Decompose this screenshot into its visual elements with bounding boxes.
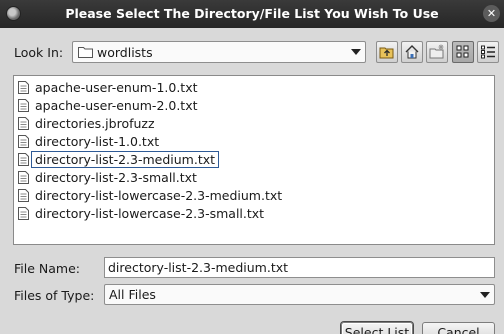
- new-folder-button[interactable]: [426, 41, 448, 63]
- file-name: apache-user-enum-1.0.txt: [35, 80, 198, 95]
- title-bar: Please Select The Directory/File List Yo…: [0, 0, 504, 28]
- file-icon: [18, 81, 29, 94]
- details-view-icon: [481, 45, 495, 59]
- file-name: directories.jbrofuzz: [35, 116, 155, 131]
- file-name-label: File Name:: [14, 261, 80, 276]
- cancel-button[interactable]: Cancel: [422, 322, 495, 334]
- file-name: directory-list-1.0.txt: [35, 134, 160, 149]
- file-icon: [18, 171, 29, 184]
- file-name-field[interactable]: directory-list-2.3-medium.txt: [104, 257, 495, 278]
- file-name: apache-user-enum-2.0.txt: [35, 98, 198, 113]
- chevron-down-icon: [351, 49, 361, 55]
- file-icon: [18, 153, 29, 166]
- file-name: directory-list-2.3-medium.txt: [30, 151, 220, 168]
- new-folder-icon: [429, 44, 444, 59]
- file-list[interactable]: apache-user-enum-1.0.txt apache-user-enu…: [13, 75, 495, 245]
- file-name: directory-list-2.3-small.txt: [35, 170, 197, 185]
- up-one-level-icon: [379, 47, 394, 59]
- file-icon: [18, 189, 29, 202]
- home-button[interactable]: [401, 41, 423, 63]
- chevron-down-icon: [480, 292, 490, 298]
- window-title: Please Select The Directory/File List Yo…: [65, 6, 439, 21]
- look-in-dropdown[interactable]: wordlists: [72, 41, 366, 63]
- list-view-button[interactable]: [452, 41, 474, 63]
- files-of-type-dropdown[interactable]: All Files: [104, 284, 495, 305]
- files-of-type-value: All Files: [109, 287, 156, 302]
- details-view-button[interactable]: [477, 41, 499, 63]
- look-in-value: wordlists: [97, 45, 153, 60]
- up-one-level-button[interactable]: [376, 41, 398, 63]
- select-list-button[interactable]: Select List: [341, 322, 413, 334]
- file-icon: [18, 99, 29, 112]
- folder-icon: [78, 47, 93, 58]
- files-of-type-label: Files of Type:: [14, 288, 95, 303]
- file-icon: [18, 135, 29, 148]
- look-in-label: Look In:: [14, 45, 64, 60]
- file-name: directory-list-lowercase-2.3-small.txt: [35, 206, 265, 221]
- home-icon: [405, 45, 419, 59]
- file-icon: [18, 207, 29, 220]
- file-name: directory-list-lowercase-2.3-medium.txt: [35, 188, 283, 203]
- file-icon: [18, 117, 29, 130]
- list-view-icon: [456, 45, 469, 58]
- close-icon[interactable]: ✕: [483, 5, 500, 22]
